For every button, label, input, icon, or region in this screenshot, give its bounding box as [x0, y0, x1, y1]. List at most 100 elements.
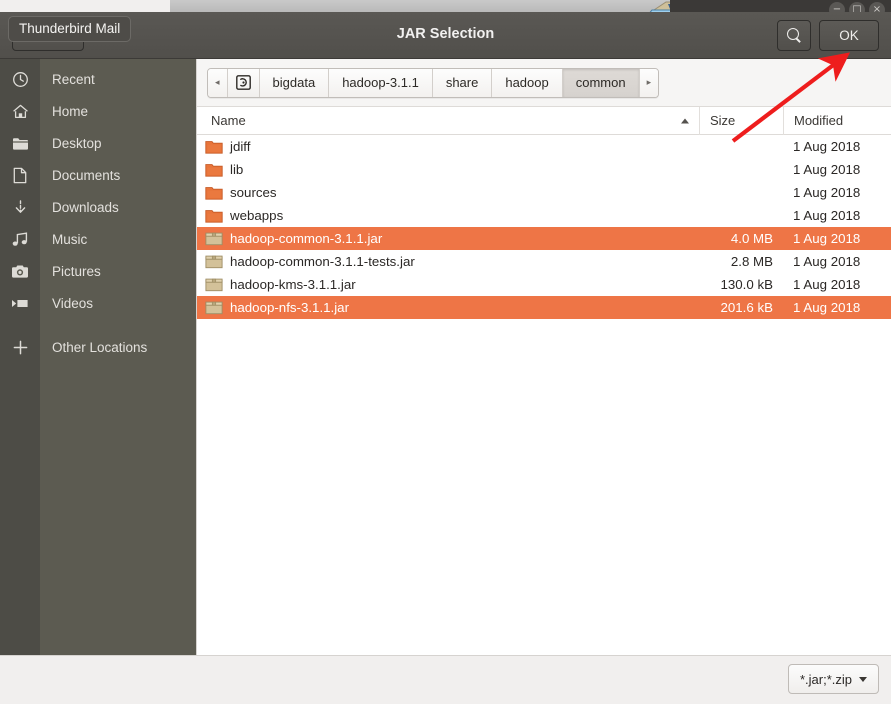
breadcrumb-item-common[interactable]: common [562, 68, 640, 97]
dialog-title: JAR Selection [396, 26, 495, 42]
table-row[interactable]: lib 1 Aug 2018 [197, 158, 891, 181]
breadcrumb-item-hadoop-3-1-1[interactable]: hadoop-3.1.1 [329, 68, 433, 97]
sidebar-item-other-locations[interactable]: Other Locations [0, 331, 196, 363]
sidebar-item-recent[interactable]: Recent [0, 63, 196, 95]
file-name-cell: hadoop-common-3.1.1.jar [197, 231, 699, 246]
archive-icon [205, 254, 223, 269]
file-list-rows: jdiff 1 Aug 2018 lib 1 Aug 2018 sources 1 Aug… [197, 135, 891, 319]
breadcrumb-item-share[interactable]: share [432, 68, 493, 97]
sidebar-item-label: Downloads [52, 199, 119, 215]
breadcrumb-next-button[interactable]: ▸ [639, 68, 659, 97]
file-modified-cell: 1 Aug 2018 [793, 139, 861, 154]
table-row[interactable]: hadoop-common-3.1.1-tests.jar 2.8 MB 1 Aug… [197, 250, 891, 273]
sidebar-item-label: Music [52, 231, 88, 247]
sidebar-item-home[interactable]: Home [0, 95, 196, 127]
dialog-titlebar: Cancel JAR Selection OK Thunderbird Mail [0, 12, 891, 59]
dialog-footer: *.jar;*.zip [0, 655, 891, 704]
video-icon [0, 297, 40, 310]
file-type-filter-label: *.jar;*.zip [799, 671, 852, 687]
file-size-cell: 4.0 MB [730, 231, 773, 246]
jar-selection-dialog: Cancel JAR Selection OK Thunderbird Mail… [0, 12, 891, 704]
pathbar: ◂ bigdata hadoop-3.1.1 share hadoop comm… [197, 59, 891, 107]
home-icon [0, 103, 40, 120]
clock-icon [0, 71, 40, 88]
places-list: Recent Home Desktop Documents Downloads … [0, 59, 196, 363]
file-list: Name Size Modified jdiff 1 Aug 2018 lib 1 A… [197, 107, 891, 704]
breadcrumb-device-button[interactable] [227, 68, 260, 97]
sidebar-item-documents[interactable]: Documents [0, 159, 196, 191]
document-icon [0, 167, 40, 184]
file-name-label: lib [230, 162, 244, 177]
file-list-header: Name Size Modified [197, 107, 891, 135]
table-row[interactable]: webapps 1 Aug 2018 [197, 204, 891, 227]
file-name-cell: jdiff [197, 139, 699, 154]
file-size-cell: 2.8 MB [730, 254, 773, 269]
sidebar-item-videos[interactable]: Videos [0, 287, 196, 319]
file-size-cell: 130.0 kB [720, 277, 774, 292]
places-sidebar: Recent Home Desktop Documents Downloads … [0, 59, 196, 702]
table-row[interactable]: hadoop-common-3.1.1.jar 4.0 MB 1 Aug 2018 [197, 227, 891, 250]
folder-icon [205, 208, 223, 223]
file-name-cell: webapps [197, 208, 699, 223]
archive-icon [205, 300, 223, 315]
file-modified-cell: 1 Aug 2018 [793, 231, 861, 246]
drive-icon [235, 75, 251, 90]
table-row[interactable]: sources 1 Aug 2018 [197, 181, 891, 204]
file-name-label: hadoop-kms-3.1.1.jar [230, 277, 356, 292]
sidebar-item-label: Documents [52, 167, 121, 183]
column-header-name-label: Name [211, 113, 246, 128]
sidebar-separator [0, 319, 196, 331]
file-name-label: sources [230, 185, 277, 200]
file-modified-cell: 1 Aug 2018 [793, 254, 861, 269]
column-header-name[interactable]: Name [197, 113, 699, 128]
sidebar-item-music[interactable]: Music [0, 223, 196, 255]
breadcrumb-item-bigdata[interactable]: bigdata [259, 68, 330, 97]
sidebar-item-label: Recent [52, 71, 95, 87]
file-modified-cell: 1 Aug 2018 [793, 300, 861, 315]
breadcrumb-prev-button[interactable]: ◂ [208, 68, 228, 97]
file-name-cell: sources [197, 185, 699, 200]
file-type-filter-dropdown[interactable]: *.jar;*.zip [787, 664, 879, 694]
sidebar-item-desktop[interactable]: Desktop [0, 127, 196, 159]
file-name-cell: hadoop-nfs-3.1.1.jar [197, 300, 699, 315]
file-modified-cell: 1 Aug 2018 [793, 185, 861, 200]
sidebar-item-label: Home [52, 103, 89, 119]
sidebar-item-label: Videos [52, 295, 94, 311]
folder-icon [205, 185, 223, 200]
file-browser-pane: ◂ bigdata hadoop-3.1.1 share hadoop comm… [196, 59, 891, 704]
sidebar-item-downloads[interactable]: Downloads [0, 191, 196, 223]
table-row[interactable]: jdiff 1 Aug 2018 [197, 135, 891, 158]
dialog-body: Recent Home Desktop Documents Downloads … [0, 59, 891, 704]
ok-button[interactable]: OK [819, 20, 879, 51]
file-modified-cell: 1 Aug 2018 [793, 162, 861, 177]
column-header-size[interactable]: Size [699, 107, 783, 135]
folder-icon [205, 162, 223, 177]
file-name-cell: hadoop-kms-3.1.1.jar [197, 277, 699, 292]
file-modified-cell: 1 Aug 2018 [793, 208, 861, 223]
file-name-label: hadoop-common-3.1.1.jar [230, 231, 383, 246]
sidebar-item-label: Other Locations [52, 339, 148, 355]
thunderbird-mail-tooltip: Thunderbird Mail [8, 16, 132, 42]
folder-icon [205, 139, 223, 154]
camera-icon [0, 264, 40, 279]
download-icon [0, 199, 40, 216]
table-row[interactable]: hadoop-kms-3.1.1.jar 130.0 kB 1 Aug 2018 [197, 273, 891, 296]
file-name-label: hadoop-nfs-3.1.1.jar [230, 300, 350, 315]
sidebar-item-label: Pictures [52, 263, 101, 279]
table-row[interactable]: hadoop-nfs-3.1.1.jar 201.6 kB 1 Aug 2018 [197, 296, 891, 319]
sort-ascending-icon [681, 118, 689, 123]
sidebar-item-pictures[interactable]: Pictures [0, 255, 196, 287]
breadcrumb-item-hadoop[interactable]: hadoop [492, 68, 563, 97]
breadcrumb: ◂ bigdata hadoop-3.1.1 share hadoop comm… [207, 67, 660, 98]
archive-icon [205, 231, 223, 246]
file-name-label: webapps [230, 208, 284, 223]
file-name-cell: lib [197, 162, 699, 177]
file-size-cell: 201.6 kB [720, 300, 774, 315]
search-button[interactable] [777, 20, 811, 51]
sidebar-item-label: Desktop [52, 135, 102, 151]
column-header-modified[interactable]: Modified [783, 107, 891, 135]
folder-icon [0, 136, 40, 151]
music-note-icon [0, 231, 40, 247]
archive-icon [205, 277, 223, 292]
plus-icon [0, 339, 40, 356]
